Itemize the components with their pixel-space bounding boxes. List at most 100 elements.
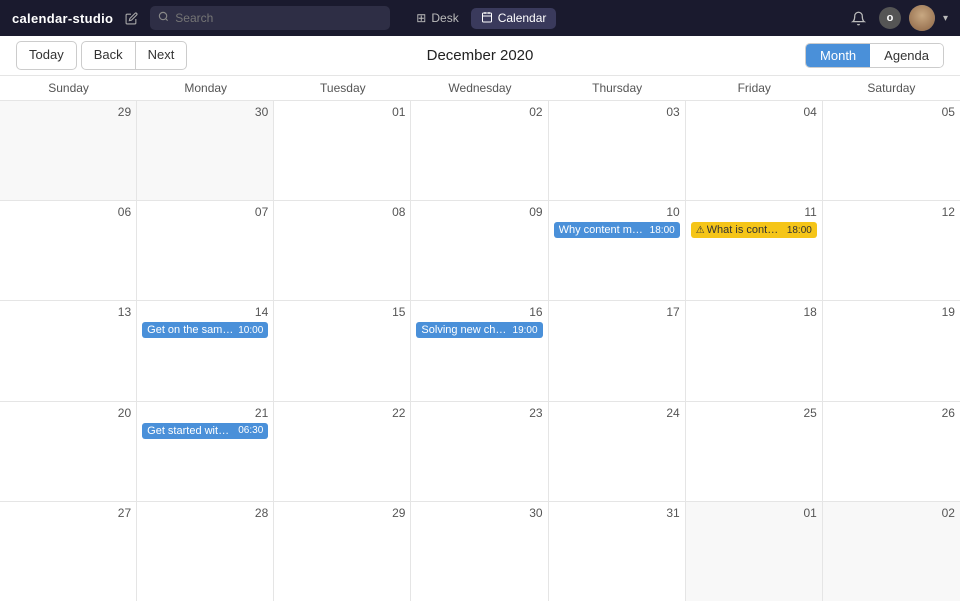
day-number: 01 (691, 506, 817, 520)
day-cell[interactable]: 02 (411, 101, 548, 200)
day-cell[interactable]: 27 (0, 502, 137, 601)
day-cell[interactable]: 12 (823, 201, 960, 300)
day-number: 22 (279, 406, 405, 420)
day-number: 30 (416, 506, 542, 520)
calendar-event[interactable]: Get on the same pag...10:00 (142, 322, 268, 338)
day-number: 18 (691, 305, 817, 319)
weeks-container: 293001020304050607080910Why content mode… (0, 101, 960, 601)
calendar-event[interactable]: Why content modelin...18:00 (554, 222, 680, 238)
view-toggle: Month Agenda (805, 43, 944, 68)
day-cell[interactable]: 09 (411, 201, 548, 300)
tab-desk[interactable]: ⊞ Desk (406, 8, 468, 28)
day-cell[interactable]: 21 Get started with the ...06:30 (137, 402, 274, 501)
search-icon (158, 11, 169, 25)
day-number: 15 (279, 305, 405, 319)
day-number: 31 (554, 506, 680, 520)
tab-calendar-label: Calendar (498, 11, 547, 25)
day-cell[interactable]: 15 (274, 301, 411, 400)
calendar-controls: Today Back Next December 2020 Month Agen… (0, 36, 960, 76)
month-view-button[interactable]: Month (806, 44, 870, 67)
day-number: 13 (5, 305, 131, 319)
event-time: 18:00 (650, 225, 675, 236)
day-number: 12 (828, 205, 955, 219)
week-row-1: 0607 08 09 10 Why content modelin...18:00 11 ⚠… (0, 201, 960, 301)
day-cell[interactable]: 20 (0, 402, 137, 501)
day-cell[interactable]: 06 (0, 201, 137, 300)
event-title: What is content m... (707, 224, 783, 236)
day-cell[interactable]: 30 (137, 101, 274, 200)
day-header-mon: Monday (137, 76, 274, 100)
agenda-view-button[interactable]: Agenda (870, 44, 943, 67)
day-number: 11 (691, 205, 817, 219)
event-title: Solving new challeng... (421, 324, 508, 336)
day-cell[interactable]: 22 (274, 402, 411, 501)
day-header-fri: Friday (686, 76, 823, 100)
day-cell[interactable]: 28 (137, 502, 274, 601)
calendar-icon (481, 11, 493, 26)
search-input[interactable] (175, 11, 382, 25)
day-cell[interactable]: 24 (549, 402, 686, 501)
user-avatar[interactable] (909, 5, 935, 31)
search-bar[interactable] (150, 6, 390, 30)
calendar-event[interactable]: ⚠What is content m...18:00 (691, 222, 817, 238)
chevron-down-icon[interactable]: ▾ (943, 13, 948, 24)
day-number: 19 (828, 305, 955, 319)
calendar-grid: Sunday Monday Tuesday Wednesday Thursday… (0, 76, 960, 601)
day-number: 21 (142, 406, 268, 420)
day-header-sun: Sunday (0, 76, 137, 100)
day-number: 27 (5, 506, 131, 520)
day-cell[interactable]: 30 (411, 502, 548, 601)
day-header-sat: Saturday (823, 76, 960, 100)
day-cell[interactable]: 03 (549, 101, 686, 200)
day-number: 20 (5, 406, 131, 420)
day-header-thu: Thursday (549, 76, 686, 100)
day-header-tue: Tuesday (274, 76, 411, 100)
day-cell[interactable]: 04 (686, 101, 823, 200)
day-cell[interactable]: 07 (137, 201, 274, 300)
day-cell[interactable]: 01 (274, 101, 411, 200)
event-time: 19:00 (513, 325, 538, 336)
day-cell[interactable]: 01 (686, 502, 823, 601)
day-cell[interactable]: 17 (549, 301, 686, 400)
calendar-event[interactable]: Get started with the ...06:30 (142, 423, 268, 439)
day-cell[interactable]: 29 (0, 101, 137, 200)
desk-icon: ⊞ (416, 11, 426, 25)
day-cell[interactable]: 18 (686, 301, 823, 400)
back-button[interactable]: Back (81, 41, 136, 69)
day-number: 08 (279, 205, 405, 219)
week-row-0: 2930010203 04 05 (0, 101, 960, 201)
day-cell[interactable]: 11 ⚠What is content m...18:00 (686, 201, 823, 300)
day-number: 14 (142, 305, 268, 319)
day-number: 29 (279, 506, 405, 520)
next-button[interactable]: Next (136, 41, 188, 69)
today-button[interactable]: Today (16, 41, 77, 69)
day-number: 04 (691, 105, 817, 119)
day-cell[interactable]: 14 Get on the same pag...10:00 (137, 301, 274, 400)
day-number: 02 (828, 506, 955, 520)
tab-desk-label: Desk (431, 11, 458, 25)
day-cell[interactable]: 13 (0, 301, 137, 400)
event-time: 06:30 (238, 425, 263, 436)
day-number: 10 (554, 205, 680, 219)
edit-icon[interactable] (125, 12, 138, 25)
day-cell[interactable]: 25 (686, 402, 823, 501)
calendar-event[interactable]: Solving new challeng... 19:00 (416, 322, 542, 338)
day-cell[interactable]: 31 (549, 502, 686, 601)
app-title: calendar-studio (12, 11, 113, 26)
day-cell[interactable]: 19 (823, 301, 960, 400)
day-number: 16 (416, 305, 542, 319)
day-cell[interactable]: 08 (274, 201, 411, 300)
day-cell[interactable]: 16 Solving new challeng... 19:00 (411, 301, 548, 400)
day-cell[interactable]: 10 Why content modelin...18:00 (549, 201, 686, 300)
day-cell[interactable]: 26 (823, 402, 960, 501)
day-cell[interactable]: 29 (274, 502, 411, 601)
day-cell[interactable]: 02 (823, 502, 960, 601)
day-cell[interactable]: 05 (823, 101, 960, 200)
day-headers: Sunday Monday Tuesday Wednesday Thursday… (0, 76, 960, 101)
tab-calendar[interactable]: Calendar (471, 8, 557, 29)
nav-right-icons: o ▾ (847, 5, 948, 31)
day-cell[interactable]: 23 (411, 402, 548, 501)
user-letter-badge[interactable]: o (879, 7, 901, 29)
bell-icon[interactable] (847, 6, 871, 30)
nav-tabs: ⊞ Desk Calendar (406, 8, 556, 29)
